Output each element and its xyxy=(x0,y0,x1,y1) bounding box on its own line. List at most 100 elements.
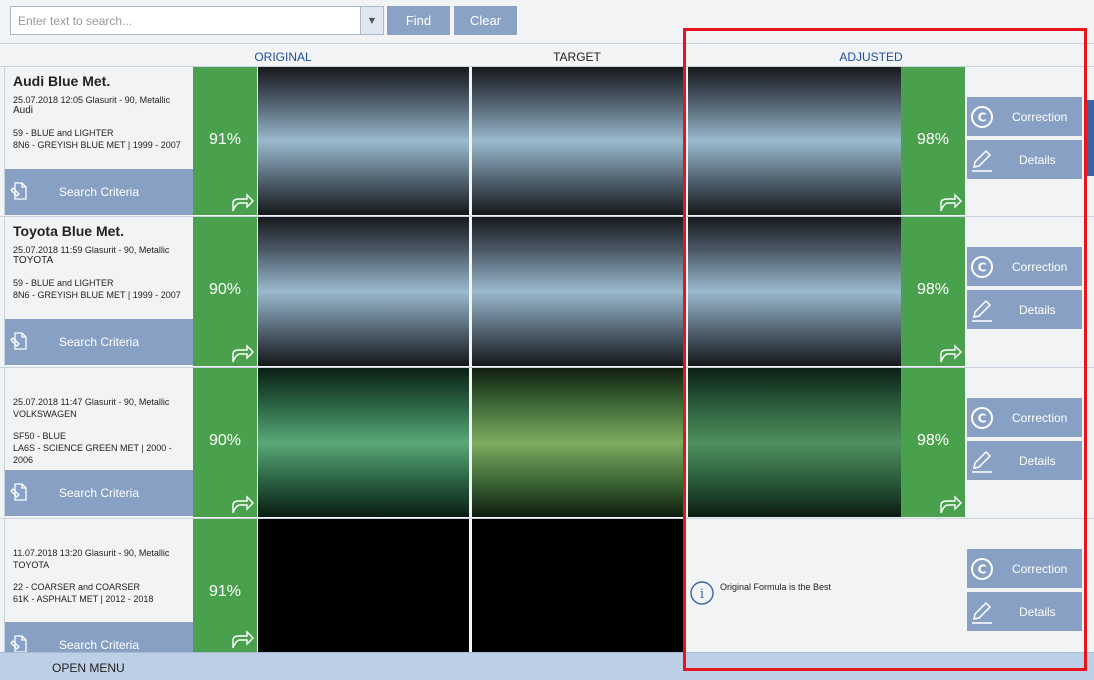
adjusted-swatch xyxy=(688,368,901,517)
info-icon: i xyxy=(690,581,714,605)
find-button[interactable]: Find xyxy=(387,6,450,35)
formula-info[interactable]: 25.07.2018 11:47 Glasurit - 90, Metallic… xyxy=(4,368,193,517)
formula-effect: 59 - BLUE and LIGHTER xyxy=(13,128,114,138)
clear-button[interactable]: Clear xyxy=(454,6,517,35)
formula-info[interactable]: 11.07.2018 13:20 Glasurit - 90, Metallic… xyxy=(4,519,193,668)
search-criteria-button[interactable]: Search Criteria xyxy=(5,319,193,365)
formula-color-code: LA6S - SCIENCE GREEN MET | 2000 - 2006 xyxy=(13,443,172,465)
adjusted-match-score: 98% xyxy=(901,217,965,366)
formula-make: Audi xyxy=(13,105,34,116)
search-criteria-label: Search Criteria xyxy=(58,335,140,349)
original-match-score: 91% xyxy=(193,67,257,215)
copyright-c-icon: C xyxy=(970,105,994,129)
target-swatch xyxy=(472,519,684,652)
original-match-score: 90% xyxy=(193,217,257,366)
chevron-down-icon: ▼ xyxy=(368,16,376,25)
original-match-value: 91% xyxy=(208,583,242,600)
formula-info[interactable]: Audi Blue Met. 25.07.2018 12:05 Glasurit… xyxy=(4,67,193,215)
formula-color-code: 8N6 - GREYISH BLUE MET | 1999 - 2007 xyxy=(13,140,181,150)
pencil-icon xyxy=(970,600,994,624)
pencil-icon xyxy=(970,449,994,473)
original-match-value: 90% xyxy=(208,432,242,449)
share-icon[interactable] xyxy=(231,342,255,364)
search-dropdown-button[interactable]: ▼ xyxy=(360,7,383,34)
formula-color-code: 61K - ASPHALT MET | 2012 - 2018 xyxy=(13,594,154,604)
details-button[interactable]: Details xyxy=(967,290,1082,329)
details-label: Details xyxy=(1019,152,1056,167)
formula-make: VOLKSWAGEN xyxy=(13,409,77,419)
adjusted-match-score: 98% xyxy=(901,67,965,215)
adjusted-swatch xyxy=(688,67,901,215)
adjusted-match-score: 98% xyxy=(901,368,965,517)
pencil-icon xyxy=(970,148,994,172)
original-match-value: 91% xyxy=(208,131,242,148)
formula-date-brand: 11.07.2018 13:20 Glasurit - 90, Metallic xyxy=(13,548,170,558)
details-button[interactable]: Details xyxy=(967,441,1082,480)
share-icon[interactable] xyxy=(939,191,963,213)
correction-label: Correction xyxy=(1012,561,1068,576)
formula-make: TOYOTA xyxy=(13,255,54,266)
result-row: 11.07.2018 13:20 Glasurit - 90, Metallic… xyxy=(0,518,1094,668)
formula-title: Audi Blue Met. xyxy=(13,73,111,89)
search-criteria-button[interactable]: Search Criteria xyxy=(5,169,193,215)
correction-label: Correction xyxy=(1012,109,1068,124)
search-criteria-icon xyxy=(9,634,29,654)
search-criteria-button[interactable]: Search Criteria xyxy=(5,470,193,516)
pencil-icon xyxy=(970,298,994,322)
column-header-adjusted: ADJUSTED xyxy=(839,50,903,64)
column-header-target: TARGET xyxy=(553,50,601,64)
share-icon[interactable] xyxy=(231,493,255,515)
correction-label: Correction xyxy=(1012,259,1068,274)
share-icon[interactable] xyxy=(939,342,963,364)
correction-button[interactable]: C Correction xyxy=(967,247,1082,286)
target-swatch xyxy=(472,368,684,517)
correction-button[interactable]: C Correction xyxy=(967,97,1082,136)
formula-effect: SF50 - BLUE xyxy=(13,431,67,441)
formula-title: Toyota Blue Met. xyxy=(13,223,124,239)
share-icon[interactable] xyxy=(231,191,255,213)
open-menu-button[interactable]: OPEN MENU xyxy=(52,661,125,675)
search-criteria-icon xyxy=(9,482,29,502)
adjusted-swatch xyxy=(688,217,901,366)
original-swatch xyxy=(258,519,469,652)
svg-text:C: C xyxy=(978,412,987,426)
details-button[interactable]: Details xyxy=(967,140,1082,179)
search-criteria-label: Search Criteria xyxy=(58,638,140,652)
svg-text:C: C xyxy=(978,563,987,577)
formula-date-brand: 25.07.2018 11:47 Glasurit - 90, Metallic xyxy=(13,397,170,407)
search-criteria-icon xyxy=(9,331,29,351)
share-icon[interactable] xyxy=(939,493,963,515)
formula-info[interactable]: Toyota Blue Met. 25.07.2018 11:59 Glasur… xyxy=(4,217,193,366)
result-row: 25.07.2018 11:47 Glasurit - 90, Metallic… xyxy=(0,367,1094,517)
correction-label: Correction xyxy=(1012,410,1068,425)
side-panel-tab[interactable] xyxy=(1087,100,1094,176)
copyright-c-icon: C xyxy=(970,255,994,279)
svg-text:C: C xyxy=(978,111,987,125)
original-match-score: 91% xyxy=(193,519,257,652)
formula-effect: 59 - BLUE and LIGHTER xyxy=(13,278,114,288)
search-input[interactable] xyxy=(11,7,359,34)
bottom-bar: OPEN MENU xyxy=(0,652,1094,680)
details-button[interactable]: Details xyxy=(967,592,1082,631)
adjusted-match-value: 98% xyxy=(916,281,950,298)
correction-button[interactable]: C Correction xyxy=(967,398,1082,437)
original-swatch xyxy=(258,217,469,366)
details-label: Details xyxy=(1019,453,1056,468)
search-box: ▼ xyxy=(10,6,384,35)
details-label: Details xyxy=(1019,604,1056,619)
result-row: Toyota Blue Met. 25.07.2018 11:59 Glasur… xyxy=(0,216,1094,366)
search-criteria-icon xyxy=(9,181,29,201)
original-swatch xyxy=(258,67,469,215)
correction-button[interactable]: C Correction xyxy=(967,549,1082,588)
svg-text:C: C xyxy=(978,261,987,275)
search-criteria-label: Search Criteria xyxy=(58,185,140,199)
formula-effect: 22 - COARSER and COARSER xyxy=(13,582,141,592)
original-swatch xyxy=(258,368,469,517)
result-row: Audi Blue Met. 25.07.2018 12:05 Glasurit… xyxy=(0,66,1094,215)
details-label: Details xyxy=(1019,302,1056,317)
column-header-original: ORIGINAL xyxy=(254,50,312,64)
formula-color-code: 8N6 - GREYISH BLUE MET | 1999 - 2007 xyxy=(13,290,181,300)
target-swatch xyxy=(472,217,684,366)
share-icon[interactable] xyxy=(231,628,255,650)
target-swatch xyxy=(472,67,684,215)
